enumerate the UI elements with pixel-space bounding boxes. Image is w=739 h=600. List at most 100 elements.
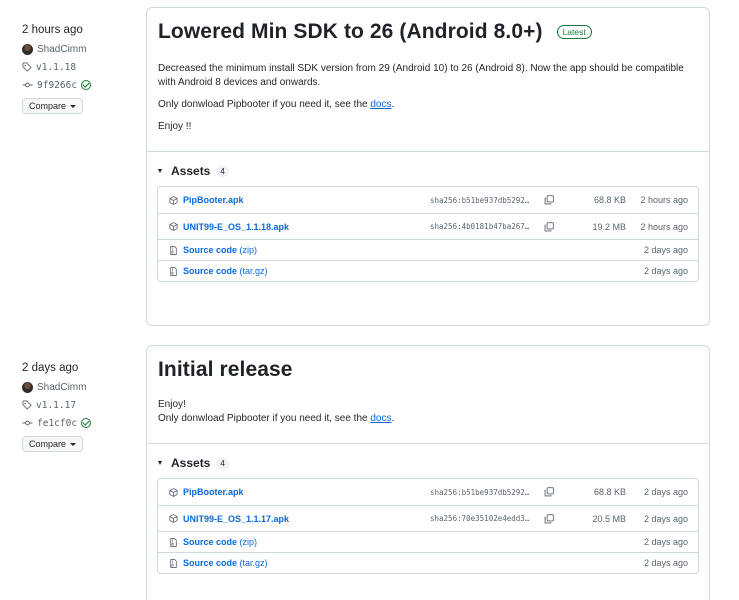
file-zip-icon xyxy=(170,558,177,568)
release-body: Initial release Enjoy! Only donwload Pipb… xyxy=(147,346,709,426)
asset-name[interactable]: Source code xyxy=(183,266,237,276)
source-code-targz-link[interactable]: Source code (tar.gz) xyxy=(183,558,626,568)
asset-format[interactable]: (zip) xyxy=(240,537,258,547)
note-text: . xyxy=(391,413,395,424)
tag-row[interactable]: v1.1.18 xyxy=(22,61,137,73)
asset-date: 2 days ago xyxy=(643,513,688,524)
tag-name[interactable]: v1.1.18 xyxy=(36,62,76,73)
file-zip-icon xyxy=(170,266,177,276)
compare-label: Compare xyxy=(29,439,67,449)
compare-button[interactable]: Compare xyxy=(22,436,84,452)
asset-format[interactable]: (tar.gz) xyxy=(240,266,268,276)
asset-name[interactable]: Source code xyxy=(183,558,237,568)
asset-date: 2 hours ago xyxy=(640,195,688,205)
assets-title: Assets xyxy=(171,164,211,178)
asset-name[interactable]: UNIT99-E_OS_1.1.17.apk xyxy=(183,514,430,524)
package-icon xyxy=(169,195,178,205)
git-commit-icon xyxy=(22,420,33,426)
author-name[interactable]: ShadCimm xyxy=(37,382,86,393)
asset-sha: sha256:4b0181b47ba267… xyxy=(430,222,530,231)
release-title[interactable]: Initial release xyxy=(158,358,293,382)
copy-icon xyxy=(544,221,554,231)
release-meta: 2 days ago ShadCimm v1.1.17 fe1cf0c Comp… xyxy=(22,362,137,452)
tag-name[interactable]: v1.1.17 xyxy=(36,400,76,411)
asset-date: 2 days ago xyxy=(643,558,688,568)
asset-date: 2 days ago xyxy=(643,245,688,255)
asset-row: PipBooter.apk sha256:b51be937db5292… 68.… xyxy=(158,187,698,213)
note-text: Only donwload Pipbooter if you need it, … xyxy=(158,99,371,110)
asset-date: 2 days ago xyxy=(643,487,688,497)
assets-count: 4 xyxy=(216,457,229,469)
copy-button[interactable] xyxy=(544,221,566,232)
asset-name[interactable]: UNIT99-E_OS_1.1.18.apk xyxy=(183,222,430,232)
package-icon xyxy=(169,487,178,497)
asset-format[interactable]: (zip) xyxy=(240,245,258,255)
author-row[interactable]: ShadCimm xyxy=(22,381,137,393)
asset-size: 68.8 KB xyxy=(593,487,626,497)
asset-row: UNIT99-E_OS_1.1.18.apk sha256:4b0181b47b… xyxy=(158,213,698,239)
release-card: Initial release Enjoy! Only donwload Pipb… xyxy=(146,345,710,600)
source-code-targz-link[interactable]: Source code (tar.gz) xyxy=(183,266,626,276)
copy-button[interactable] xyxy=(544,195,566,205)
asset-row: PipBooter.apk sha256:b51be937db5292… 68.… xyxy=(158,479,698,505)
assets-count: 4 xyxy=(216,165,229,177)
verified-check-icon[interactable] xyxy=(81,418,92,428)
copy-button[interactable] xyxy=(544,487,566,497)
tag-row[interactable]: v1.1.17 xyxy=(22,399,137,411)
author-name[interactable]: ShadCimm xyxy=(37,44,86,55)
asset-name[interactable]: PipBooter.apk xyxy=(183,195,430,205)
release-title[interactable]: Lowered Min SDK to 26 (Android 8.0+) xyxy=(158,20,543,44)
note-text: Enjoy! xyxy=(158,399,186,410)
asset-size: 20.5 MB xyxy=(592,513,626,524)
asset-name[interactable]: Source code xyxy=(183,537,237,547)
assets-toggle[interactable]: Assets 4 xyxy=(157,456,699,470)
asset-name[interactable]: PipBooter.apk xyxy=(183,487,430,497)
source-code-zip-link[interactable]: Source code (zip) xyxy=(183,537,626,547)
note-text: Only donwload Pipbooter if you need it, … xyxy=(158,413,371,424)
assets-section: Assets 4 PipBooter.apk sha256:b51be937db… xyxy=(147,151,709,294)
asset-row: Source code (zip) 2 days ago xyxy=(158,531,698,552)
commit-row[interactable]: 9f9266c xyxy=(22,79,137,91)
asset-size: 19.2 MB xyxy=(592,221,626,232)
commit-sha[interactable]: fe1cf0c xyxy=(37,418,77,429)
asset-sha: sha256:b51be937db5292… xyxy=(430,487,530,497)
package-icon xyxy=(169,514,178,523)
assets-title: Assets xyxy=(171,456,211,470)
assets-section: Assets 4 PipBooter.apk sha256:b51be937db… xyxy=(147,443,709,586)
source-code-zip-link[interactable]: Source code (zip) xyxy=(183,245,626,255)
commit-row[interactable]: fe1cf0c xyxy=(22,417,137,429)
asset-name[interactable]: Source code xyxy=(183,245,237,255)
commit-sha[interactable]: 9f9266c xyxy=(37,80,77,91)
tag-icon xyxy=(22,62,32,72)
note-text: . xyxy=(391,99,395,110)
release-body: Lowered Min SDK to 26 (Android 8.0+) Lat… xyxy=(147,8,709,134)
release-note: Only donwload Pipbooter if you need it, … xyxy=(158,98,697,112)
compare-button[interactable]: Compare xyxy=(22,98,84,114)
copy-button[interactable] xyxy=(544,513,566,524)
copy-icon xyxy=(544,513,554,523)
asset-row: Source code (zip) 2 days ago xyxy=(158,239,698,260)
author-row[interactable]: ShadCimm xyxy=(22,43,137,55)
asset-format[interactable]: (tar.gz) xyxy=(240,558,268,568)
asset-sha: sha256:b51be937db5292… xyxy=(430,195,530,205)
user-avatar[interactable] xyxy=(22,43,33,55)
asset-date: 2 days ago xyxy=(643,266,688,276)
user-avatar[interactable] xyxy=(22,381,33,393)
compare-label: Compare xyxy=(29,101,67,111)
latest-badge: Latest xyxy=(556,25,592,39)
asset-list: PipBooter.apk sha256:b51be937db5292… 68.… xyxy=(157,186,699,282)
asset-date: 2 hours ago xyxy=(640,221,688,232)
docs-link[interactable]: docs xyxy=(370,99,391,110)
chevron-down-icon xyxy=(70,104,77,108)
triangle-down-icon xyxy=(158,461,162,465)
asset-row: Source code (tar.gz) 2 days ago xyxy=(158,260,698,281)
assets-toggle[interactable]: Assets 4 xyxy=(157,164,699,178)
release-time: 2 days ago xyxy=(22,362,79,374)
release-note: Decreased the minimum install SDK versio… xyxy=(158,63,684,88)
file-zip-icon xyxy=(170,537,177,547)
asset-date: 2 days ago xyxy=(643,537,688,547)
copy-icon xyxy=(544,487,554,497)
verified-check-icon[interactable] xyxy=(81,80,92,90)
docs-link[interactable]: docs xyxy=(370,413,391,424)
release-note: Enjoy !! xyxy=(158,121,192,132)
